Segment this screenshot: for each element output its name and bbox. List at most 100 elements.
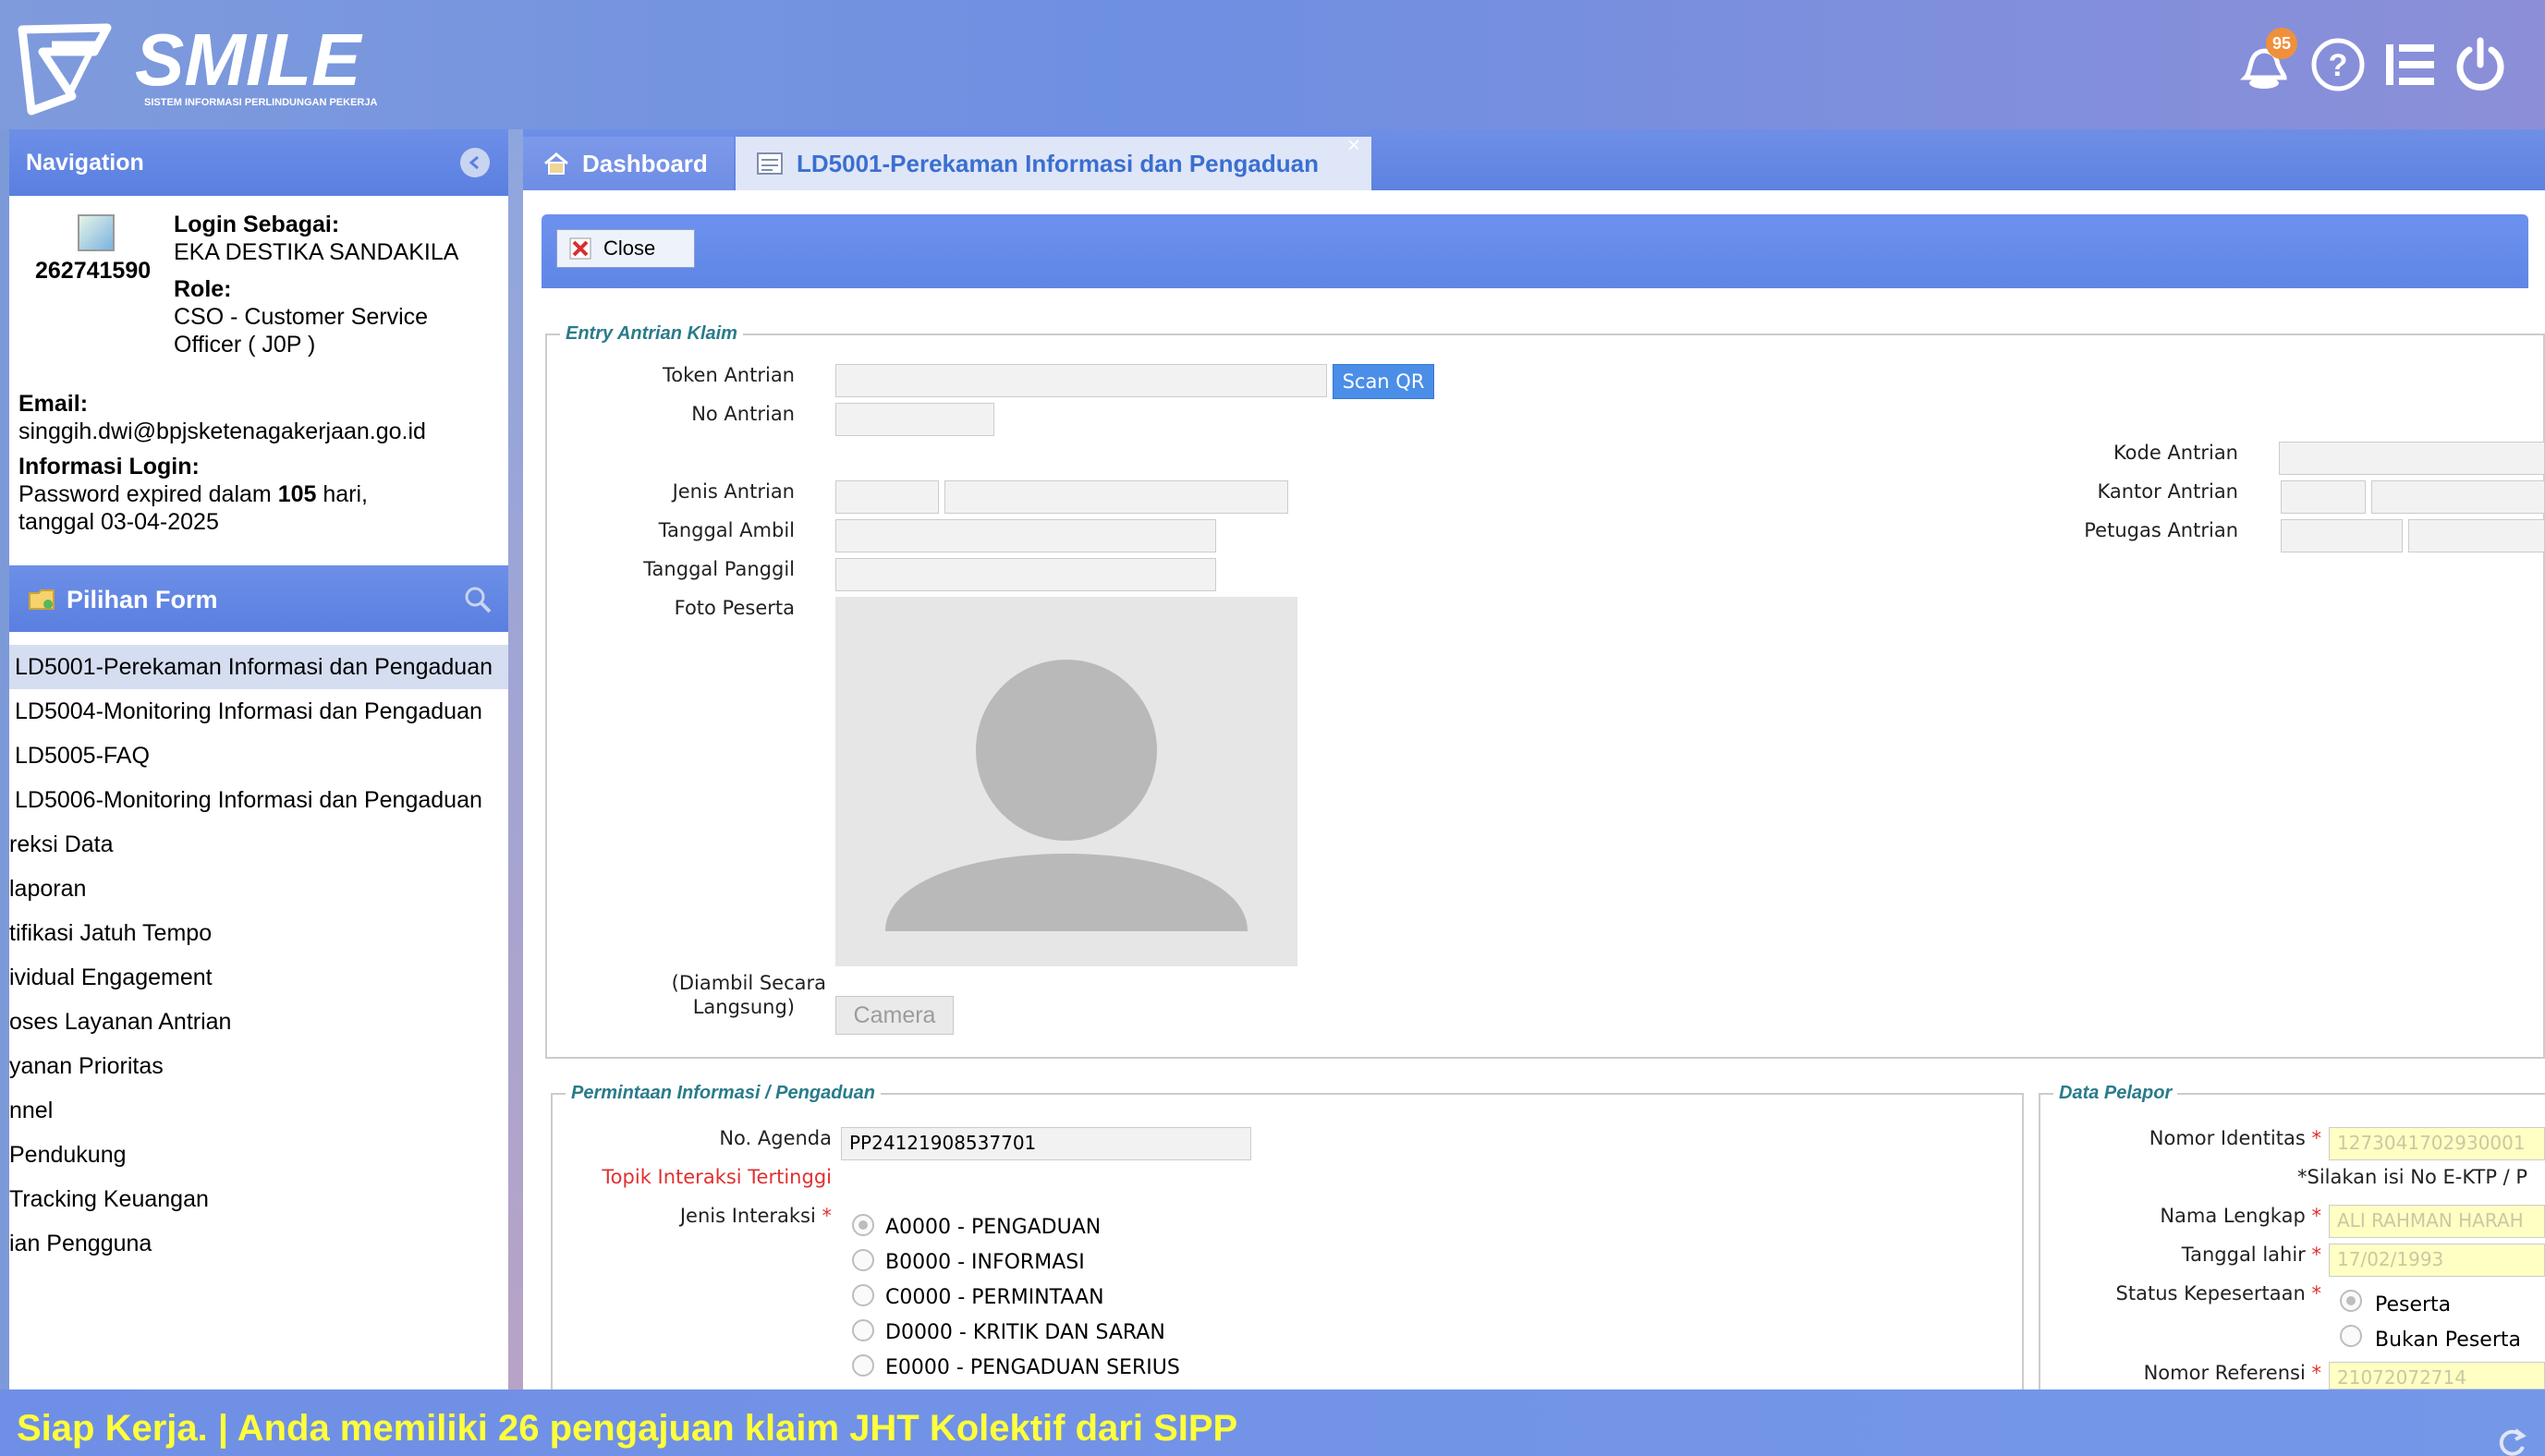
kantor-antrian-label: Kantor Antrian	[2097, 480, 2238, 503]
pilihan-form-title: Pilihan Form	[67, 586, 218, 613]
smile-logo: SMILE SISTEM INFORMASI PERLINDUNGAN PEKE…	[18, 18, 377, 115]
role-line-1: CSO - Customer Service	[174, 304, 429, 330]
petugas-antrian-name-input[interactable]	[2408, 519, 2545, 552]
role-label: Role:	[174, 276, 232, 302]
no-antrian-label: No Antrian	[691, 403, 795, 425]
form-item-ld5001[interactable]: LD5001-Perekaman Informasi dan Pengaduan	[9, 645, 508, 689]
token-antrian-label: Token Antrian	[663, 364, 795, 386]
email-value: singgih.dwi@bpjsketenagakerjaan.go.id	[18, 419, 426, 444]
radio-peserta-label: Peserta	[2375, 1293, 2452, 1316]
nama-lengkap-label: Nama Lengkap *	[2160, 1205, 2321, 1227]
permintaan-legend: Permintaan Informasi / Pengaduan	[571, 1083, 875, 1103]
radio-bukan-peserta[interactable]	[2340, 1325, 2362, 1347]
logo-subtitle: SISTEM INFORMASI PERLINDUNGAN PEKERJA	[144, 97, 377, 108]
form-item-ld5006[interactable]: LD5006-Monitoring Informasi dan Pengadua…	[9, 778, 508, 822]
camera-button[interactable]: Camera	[835, 996, 954, 1035]
menu-item[interactable]: ian Pengguna	[9, 1221, 508, 1266]
panel-splitter[interactable]	[508, 129, 523, 1389]
menu-item[interactable]: nnel	[9, 1088, 508, 1133]
close-button[interactable]: Close	[556, 229, 695, 268]
radio-d0000[interactable]	[852, 1319, 874, 1341]
user-silhouette-icon	[885, 660, 1248, 931]
power-icon[interactable]	[2451, 35, 2510, 94]
tab-dashboard[interactable]: Dashboard	[523, 137, 734, 190]
menu-item[interactable]: laporan	[9, 867, 508, 911]
nomor-identitas-input[interactable]: 1273041702930001	[2329, 1127, 2545, 1160]
foto-peserta-label: Foto Peserta	[674, 597, 795, 619]
login-as-label: Login Sebagai:	[174, 212, 340, 237]
tanggal-lahir-label: Tanggal lahir *	[2181, 1244, 2321, 1266]
petugas-antrian-code-input[interactable]	[2281, 519, 2403, 552]
radio-b0000-label: B0000 - INFORMASI	[885, 1251, 1085, 1274]
menu-list-icon[interactable]	[2381, 35, 2440, 94]
menu-item[interactable]: Tracking Keuangan	[9, 1177, 508, 1221]
form-item-ld5004[interactable]: LD5004-Monitoring Informasi dan Pengadua…	[9, 689, 508, 734]
tanggal-lahir-input[interactable]: 17/02/1993	[2329, 1244, 2545, 1277]
form-toolbar	[542, 214, 2528, 288]
jenis-antrian-code-input[interactable]	[835, 480, 939, 514]
no-antrian-input[interactable]	[835, 403, 994, 436]
menu-item[interactable]: reksi Data	[9, 822, 508, 867]
user-name: EKA DESTIKA SANDAKILA	[174, 239, 459, 265]
folder-icon	[29, 589, 55, 610]
form-item-ld5005[interactable]: LD5005-FAQ	[9, 734, 508, 778]
radio-peserta[interactable]	[2340, 1290, 2362, 1312]
search-icon[interactable]	[464, 586, 492, 613]
close-icon	[569, 237, 591, 260]
radio-e0000[interactable]	[852, 1354, 874, 1377]
no-agenda-label: No. Agenda	[719, 1127, 832, 1149]
menu-item[interactable]: ividual Engagement	[9, 955, 508, 1000]
close-tab-icon[interactable]: ×	[1347, 133, 1360, 159]
nomor-referensi-input[interactable]: 21072072714	[2329, 1362, 2545, 1389]
password-expiry: Password expired dalam 105 hari,	[18, 481, 369, 507]
radio-c0000-label: C0000 - PERMINTAAN	[885, 1286, 1104, 1309]
diambil-line-2: Langsung)	[692, 996, 795, 1018]
avatar	[78, 214, 115, 251]
tab-ld5001-label: LD5001-Perekaman Informasi dan Pengaduan	[797, 149, 1319, 177]
refresh-icon[interactable]	[2495, 1425, 2528, 1456]
data-pelapor-legend: Data Pelapor	[2059, 1083, 2173, 1103]
notification-badge: 95	[2266, 28, 2297, 59]
topik-interaksi-label: Topik Interaksi Tertinggi	[602, 1166, 832, 1188]
user-id: 262741590	[35, 258, 152, 284]
token-antrian-input[interactable]	[835, 364, 1327, 397]
menu-item[interactable]: Pendukung	[9, 1133, 508, 1177]
role-line-2: Officer ( J0P )	[174, 332, 316, 358]
entry-antrian-legend: Entry Antrian Klaim	[566, 323, 737, 344]
tab-ld5001[interactable]: LD5001-Perekaman Informasi dan Pengaduan	[736, 137, 1371, 190]
jenis-antrian-label: Jenis Antrian	[672, 480, 795, 503]
nomor-identitas-label: Nomor Identitas *	[2149, 1127, 2321, 1149]
radio-c0000[interactable]	[852, 1284, 874, 1306]
menu-item[interactable]: tifikasi Jatuh Tempo	[9, 911, 508, 955]
nomor-referensi-label: Nomor Referensi *	[2143, 1362, 2321, 1384]
logo-text: SMILE	[135, 18, 363, 101]
navigation-panel: Navigation 262741590 Login Sebagai: EKA …	[9, 129, 508, 1389]
kantor-antrian-name-input[interactable]	[2371, 480, 2545, 514]
photo-placeholder	[835, 597, 1297, 966]
kantor-antrian-code-input[interactable]	[2281, 480, 2366, 514]
menu-item[interactable]: yanan Prioritas	[9, 1044, 508, 1088]
radio-b0000[interactable]	[852, 1249, 874, 1271]
jenis-antrian-name-input[interactable]	[944, 480, 1288, 514]
form-icon	[757, 152, 783, 175]
radio-a0000[interactable]	[852, 1214, 874, 1236]
tanggal-ambil-input[interactable]	[835, 519, 1216, 552]
no-agenda-input[interactable]: PP24121908537701	[841, 1127, 1251, 1160]
scan-qr-button[interactable]: Scan QR	[1333, 364, 1434, 399]
radio-a0000-label: A0000 - PENGADUAN	[885, 1216, 1102, 1239]
home-icon	[544, 152, 568, 175]
email-label: Email:	[18, 391, 89, 417]
close-button-label: Close	[603, 237, 656, 260]
diambil-line-1: (Diambil Secara	[671, 972, 826, 994]
radio-bukan-peserta-label: Bukan Peserta	[2375, 1329, 2521, 1352]
tanggal-panggil-label: Tanggal Panggil	[643, 558, 795, 580]
tanggal-panggil-input[interactable]	[835, 558, 1216, 591]
navigation-header: Navigation	[9, 129, 508, 196]
kode-antrian-input[interactable]	[2279, 442, 2545, 475]
menu-item[interactable]: oses Layanan Antrian	[9, 1000, 508, 1044]
collapse-icon[interactable]	[460, 148, 490, 177]
help-icon[interactable]: ?	[2308, 35, 2368, 94]
petugas-antrian-label: Petugas Antrian	[2084, 519, 2238, 541]
nama-lengkap-input[interactable]: ALI RAHMAN HARAH	[2329, 1205, 2545, 1238]
tab-dashboard-label: Dashboard	[582, 149, 708, 177]
